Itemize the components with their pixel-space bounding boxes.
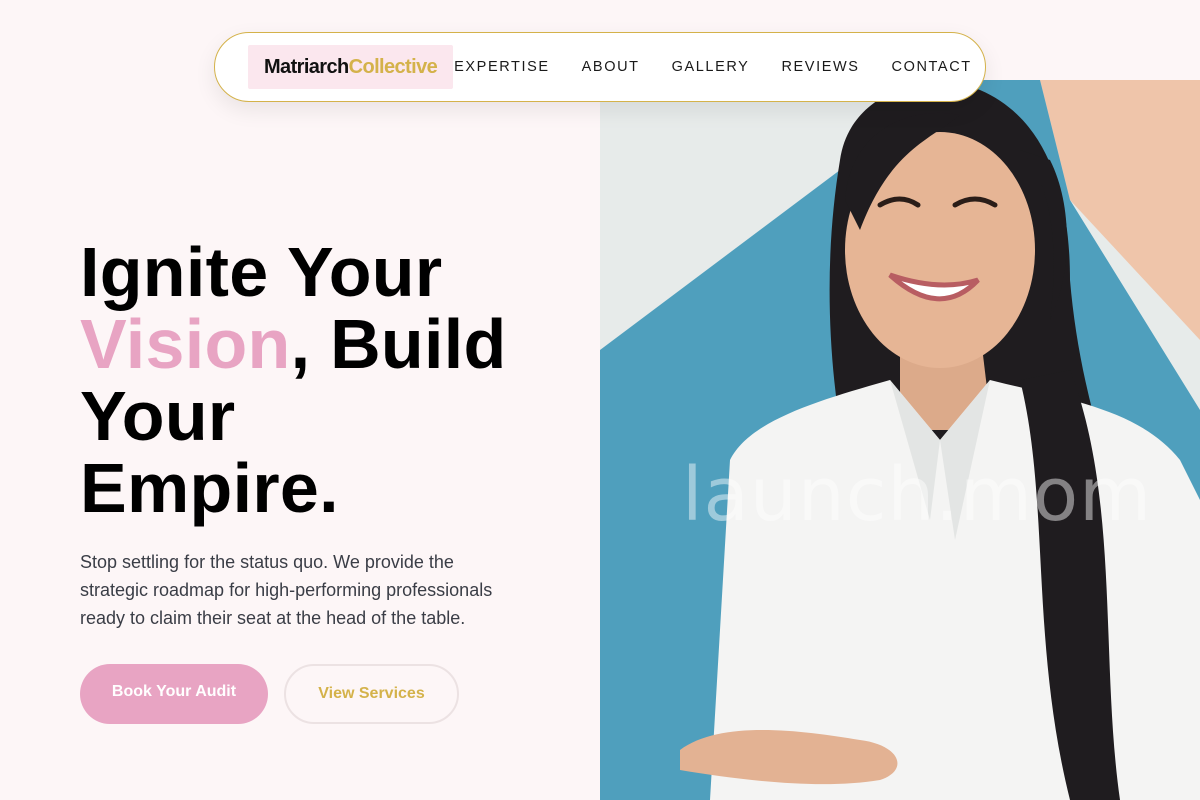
headline-line-4: Empire.: [80, 449, 339, 527]
main-nav: Matriarch Collective EXPERTISE ABOUT GALL…: [214, 32, 986, 102]
headline-accent-word: Vision: [80, 305, 291, 383]
headline-line-2-rest: , Build: [290, 305, 507, 383]
logo-part-2: Collective: [348, 55, 438, 78]
site-logo[interactable]: Matriarch Collective: [248, 45, 454, 89]
headline-line-3: Your: [80, 377, 236, 455]
nav-link-contact[interactable]: CONTACT: [892, 59, 972, 75]
nav-links: EXPERTISE ABOUT GALLERY REVIEWS CONTACT: [453, 59, 1004, 75]
nav-link-reviews[interactable]: REVIEWS: [781, 59, 859, 75]
book-audit-button[interactable]: Book Your Audit: [80, 664, 268, 724]
nav-link-gallery[interactable]: GALLERY: [672, 59, 750, 75]
hero-subtext: Stop settling for the status quo. We pro…: [80, 552, 493, 628]
woman-portrait-illustration: [600, 80, 1200, 800]
logo-part-1: Matriarch: [264, 55, 349, 78]
view-services-button[interactable]: View Services: [284, 664, 459, 724]
hero-photo: launch.mom: [600, 80, 1200, 800]
nav-link-expertise[interactable]: EXPERTISE: [454, 59, 550, 75]
watermark-text: launch.mom: [682, 452, 1153, 538]
headline-line-1: Ignite Your: [80, 233, 443, 311]
hero-headline: Ignite Your Vision, Build Your Empire.: [80, 236, 580, 524]
nav-link-about[interactable]: ABOUT: [582, 59, 640, 75]
